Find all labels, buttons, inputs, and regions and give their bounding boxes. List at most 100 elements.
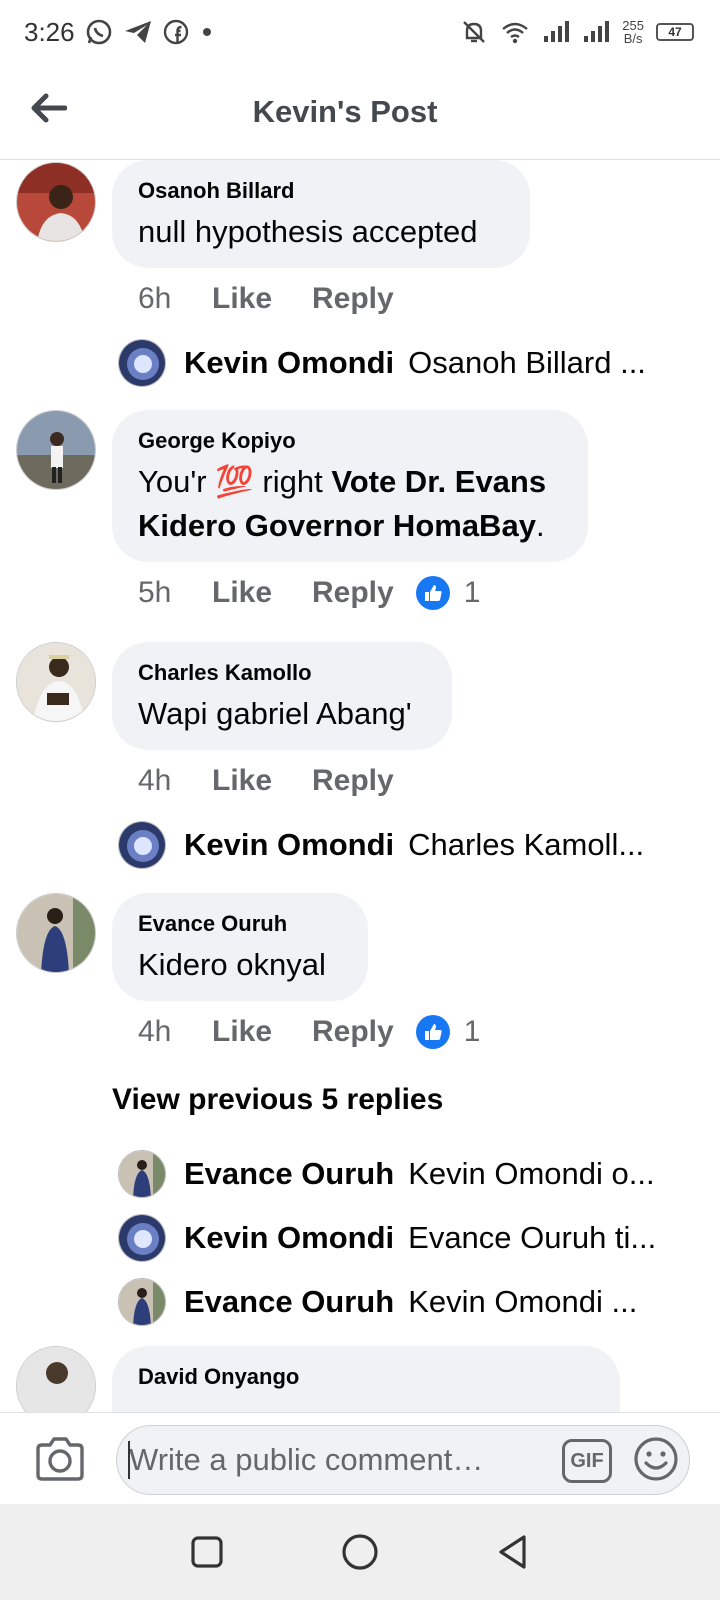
avatar[interactable]	[16, 1346, 96, 1412]
reply-author[interactable]: Evance Ouruh	[184, 1284, 394, 1320]
avatar[interactable]	[16, 893, 96, 973]
comment-time: 4h	[138, 764, 172, 797]
thumbs-up-icon	[415, 1015, 450, 1049]
reply-button[interactable]: Reply	[312, 282, 394, 316]
like-button[interactable]: Like	[212, 1015, 312, 1049]
thumbs-up-icon	[415, 576, 450, 610]
comment-time: 6h	[138, 282, 172, 315]
reply-snippet: Kevin Omondi o...	[408, 1156, 655, 1191]
emoji-button[interactable]	[632, 1435, 680, 1483]
avatar[interactable]	[118, 339, 166, 387]
reply-author[interactable]: Kevin Omondi	[184, 345, 394, 381]
reply-author[interactable]: Kevin Omondi	[184, 827, 394, 863]
comment-bubble[interactable]: Evance Ouruh Kidero oknyal	[112, 893, 368, 1001]
comment-text-part: null hypothesis accepted	[138, 214, 478, 249]
comment-author[interactable]: David Onyango	[138, 1364, 594, 1390]
comment-text-part: .	[535, 508, 545, 543]
signal-icon	[542, 20, 570, 44]
whatsapp-icon	[85, 18, 113, 46]
reaction-summary[interactable]: 1	[415, 576, 481, 610]
like-button[interactable]: Like	[212, 576, 312, 610]
reply-preview[interactable]: Evance Ouruh Kevin Omondi o...	[118, 1149, 678, 1199]
reply-snippet: Charles Kamoll...	[408, 827, 645, 862]
comment-actions: 4h Like Reply 1	[138, 1015, 480, 1049]
page-header: Kevin's Post	[0, 64, 720, 160]
reply-author[interactable]: Evance Ouruh	[184, 1156, 394, 1192]
emoji-icon	[634, 1437, 678, 1481]
battery-level: 47	[668, 25, 682, 39]
reply-snippet: Kevin Omondi ...	[408, 1284, 638, 1319]
comment-bubble[interactable]: David Onyango	[112, 1346, 620, 1412]
comment-author[interactable]: Charles Kamollo	[138, 660, 426, 686]
comment-author[interactable]: Evance Ouruh	[138, 911, 342, 937]
comment-actions: 6h Like Reply	[138, 282, 416, 316]
reply-snippet: Evance Ouruh ti...	[408, 1220, 657, 1255]
view-previous-replies-link[interactable]: View previous 5 replies	[112, 1083, 443, 1117]
like-button[interactable]: Like	[212, 764, 312, 798]
signal-icon	[582, 20, 610, 44]
comment-text: Wapi gabriel Abang'	[138, 692, 426, 736]
reply-snippet: Osanoh Billard ...	[408, 345, 646, 380]
text-caret	[128, 1441, 130, 1479]
facebook-icon	[163, 19, 189, 45]
status-right: 255 B/s 47	[460, 18, 694, 46]
comment-text-part: You'r	[138, 464, 216, 499]
avatar[interactable]	[118, 1278, 166, 1326]
arrow-left-icon	[31, 93, 67, 123]
comment-composer: GIF	[0, 1412, 720, 1504]
comment-text: Kidero oknyal	[138, 943, 342, 987]
comment-author[interactable]: Osanoh Billard	[138, 178, 504, 204]
battery-icon: 47	[656, 23, 694, 41]
status-time: 3:26	[24, 16, 75, 47]
back-triangle-icon[interactable]	[489, 1528, 537, 1576]
comment-author[interactable]: George Kopiyo	[138, 428, 562, 454]
bell-off-icon	[460, 18, 488, 46]
comment-text: You'r 💯 right Vote Dr. Evans Kidero Gove…	[138, 460, 562, 548]
reply-author[interactable]: Kevin Omondi	[184, 1220, 394, 1256]
camera-icon	[36, 1437, 84, 1481]
avatar[interactable]	[16, 410, 96, 490]
comment-time: 5h	[138, 576, 172, 609]
reply-preview[interactable]: Kevin Omondi Charles Kamoll...	[118, 820, 678, 870]
reply-preview[interactable]: Kevin Omondi Evance Ouruh ti...	[118, 1213, 678, 1263]
gif-button[interactable]: GIF	[562, 1439, 612, 1483]
comment-bubble[interactable]: George Kopiyo You'r 💯 right Vote Dr. Eva…	[112, 410, 588, 562]
back-button[interactable]	[26, 86, 70, 130]
telegram-icon	[123, 19, 153, 45]
recents-square-icon[interactable]	[183, 1528, 231, 1576]
home-circle-icon[interactable]	[336, 1528, 384, 1576]
reaction-count: 1	[463, 1015, 481, 1048]
system-nav-bar	[0, 1504, 720, 1600]
camera-button[interactable]	[34, 1435, 86, 1483]
comment-list: Osanoh Billard null hypothesis accepted …	[0, 160, 720, 1412]
avatar[interactable]	[118, 1214, 166, 1262]
avatar[interactable]	[16, 162, 96, 242]
net-speed: 255 B/s	[622, 19, 644, 45]
comment-bubble[interactable]: Charles Kamollo Wapi gabriel Abang'	[112, 642, 452, 750]
comment-bubble[interactable]: Osanoh Billard null hypothesis accepted	[112, 160, 530, 268]
avatar[interactable]	[16, 642, 96, 722]
wifi-icon	[500, 19, 530, 45]
comment-text-part: Wapi gabriel Abang'	[138, 696, 412, 731]
reply-button[interactable]: Reply	[312, 576, 394, 610]
page-title: Kevin's Post	[252, 93, 438, 129]
comment-actions: 5h Like Reply 1	[138, 576, 480, 610]
reply-button[interactable]: Reply	[312, 1015, 394, 1049]
dot-icon	[199, 24, 215, 40]
status-left: 3:26	[24, 17, 215, 48]
status-bar: 3:26 255 B/s 47	[0, 0, 720, 64]
comment-actions: 4h Like Reply	[138, 764, 416, 798]
avatar[interactable]	[118, 821, 166, 869]
net-speed-unit: B/s	[623, 31, 643, 46]
reaction-count: 1	[463, 576, 481, 609]
comment-text-part: right	[253, 464, 332, 499]
reply-preview[interactable]: Evance Ouruh Kevin Omondi ...	[118, 1277, 678, 1327]
reaction-summary[interactable]: 1	[415, 1015, 481, 1049]
avatar[interactable]	[118, 1150, 166, 1198]
comment-text: null hypothesis accepted	[138, 210, 504, 254]
comment-time: 4h	[138, 1015, 172, 1048]
hundred-points-emoji: 💯	[215, 464, 254, 499]
reply-button[interactable]: Reply	[312, 764, 394, 798]
reply-preview[interactable]: Kevin Omondi Osanoh Billard ...	[118, 338, 678, 388]
like-button[interactable]: Like	[212, 282, 312, 316]
